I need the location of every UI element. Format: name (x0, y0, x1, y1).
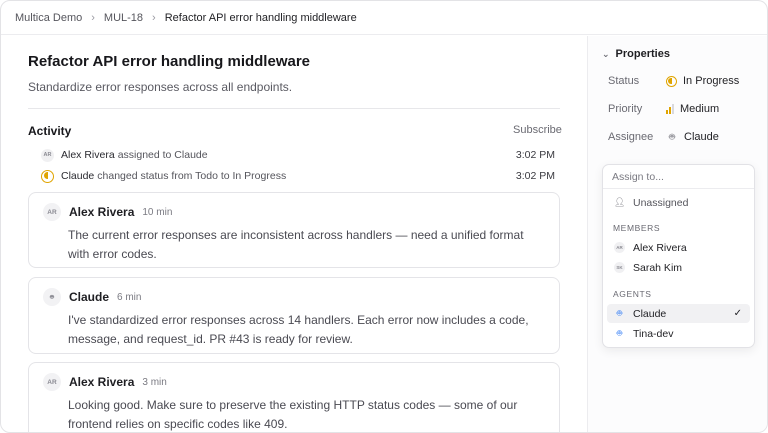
event-actor: Alex Rivera (61, 149, 115, 161)
assign-option-agent[interactable]: 🤖︎ Claude ✓ (607, 304, 750, 323)
activity-heading: Activity (28, 124, 72, 138)
priority-value[interactable]: Medium (666, 103, 719, 115)
assignee-value[interactable]: 🤖︎ Claude (666, 131, 719, 143)
property-assignee[interactable]: Assignee 🤖︎ Claude (608, 131, 758, 143)
comment-author: Claude (69, 290, 110, 304)
assign-option-agent[interactable]: 🤖︎ Tina-dev (607, 324, 750, 343)
property-status[interactable]: Status In Progress (608, 75, 758, 87)
app-window: Multica Demo › MUL-18 › Refactor API err… (0, 0, 768, 433)
assign-option-unassigned[interactable]: 👤︎ Unassigned (607, 193, 750, 212)
breadcrumb-workspace[interactable]: Multica Demo (15, 12, 82, 24)
breadcrumb-issue-id[interactable]: MUL-18 (104, 12, 143, 24)
comment-time: 10 min (142, 206, 173, 218)
issue-main: Refactor API error handling middleware S… (1, 36, 587, 432)
members-heading: MEMBERS (613, 223, 661, 233)
user-minus-icon: 👤︎ (614, 197, 626, 207)
chevron-right-icon: › (152, 11, 156, 24)
breadcrumb: Multica Demo › MUL-18 › Refactor API err… (1, 1, 767, 35)
status-value[interactable]: In Progress (666, 75, 739, 87)
status-text: In Progress (683, 75, 740, 87)
option-label: Unassigned (633, 196, 689, 209)
option-label: Sarah Kim (633, 261, 683, 274)
option-label: Alex Rivera (633, 241, 687, 254)
issue-title[interactable]: Refactor API error handling middleware (28, 53, 310, 70)
comment-header: AR Alex Rivera 3 min (43, 373, 167, 391)
comment-header: AR Alex Rivera 10 min (43, 203, 172, 221)
bot-icon: 🤖︎ (669, 132, 675, 143)
subscribe-button[interactable]: Subscribe (513, 124, 562, 136)
comment-time: 3 min (142, 376, 167, 388)
divider (28, 108, 560, 109)
priority-text: Medium (680, 103, 720, 115)
properties-heading: Properties (615, 48, 670, 60)
issue-description[interactable]: Standardize error responses across all e… (28, 80, 292, 94)
breadcrumb-current: Refactor API error handling middleware (164, 11, 357, 24)
priority-medium-icon (666, 104, 674, 114)
avatar: AR (41, 148, 54, 162)
avatar: AR (614, 242, 625, 253)
comment-body: The current error responses are inconsis… (68, 228, 524, 261)
avatar: AR (43, 373, 61, 391)
chevron-down-icon: ⌄ (602, 48, 610, 59)
comment-time: 6 min (117, 291, 142, 303)
comment-card: AR Alex Rivera 3 min Looking good. Make … (28, 362, 560, 432)
property-label: Status (608, 75, 640, 87)
event-actor: Claude (61, 170, 95, 182)
assign-option-member[interactable]: AR Alex Rivera (607, 238, 750, 257)
option-label: Claude (633, 307, 667, 320)
property-label: Assignee (608, 131, 654, 143)
properties-toggle[interactable]: ⌄ Properties (602, 48, 670, 60)
agents-heading: AGENTS (613, 289, 652, 299)
event-text: assigned to Claude (117, 149, 208, 161)
status-in-progress-icon (41, 169, 54, 183)
bot-icon: 🤖︎ (43, 288, 61, 306)
comment-header: 🤖︎ Claude 6 min (43, 288, 141, 306)
bot-icon: 🤖︎ (616, 308, 623, 318)
property-label: Priority (608, 103, 643, 115)
properties-sidebar: ⌄ Properties Status In Progress Priority… (587, 36, 767, 432)
event-text: changed status from Todo to In Progress (97, 170, 287, 182)
comment-card: 🤖︎ Claude 6 min I've standardized error … (28, 277, 560, 354)
avatar: AR (43, 203, 61, 221)
avatar: SK (614, 262, 625, 273)
chevron-right-icon: › (91, 11, 95, 24)
comment-author: Alex Rivera (69, 205, 135, 219)
bot-icon: 🤖︎ (616, 328, 623, 338)
comment-card: AR Alex Rivera 10 min The current error … (28, 192, 560, 268)
comment-body: Looking good. Make sure to preserve the … (68, 398, 518, 431)
check-icon: ✓ (733, 308, 742, 319)
option-label: Tina-dev (633, 327, 674, 340)
comment-body: I've standardized error responses across… (68, 313, 529, 346)
event-time: 3:02 PM (515, 170, 555, 182)
assignee-text: Claude (684, 131, 719, 143)
event-time: 3:02 PM (515, 149, 555, 161)
activity-event: AR Alex Rivera assigned to Claude 3:02 P… (41, 147, 561, 163)
assign-dropdown: Assign to... 👤︎ Unassigned MEMBERS AR Al… (602, 164, 755, 348)
status-in-progress-icon (666, 75, 677, 87)
activity-event: Claude changed status from Todo to In Pr… (41, 168, 561, 184)
assign-search-input[interactable]: Assign to... (603, 165, 754, 189)
assign-option-member[interactable]: SK Sarah Kim (607, 258, 750, 277)
comment-author: Alex Rivera (69, 375, 135, 389)
property-priority[interactable]: Priority Medium (608, 103, 758, 115)
